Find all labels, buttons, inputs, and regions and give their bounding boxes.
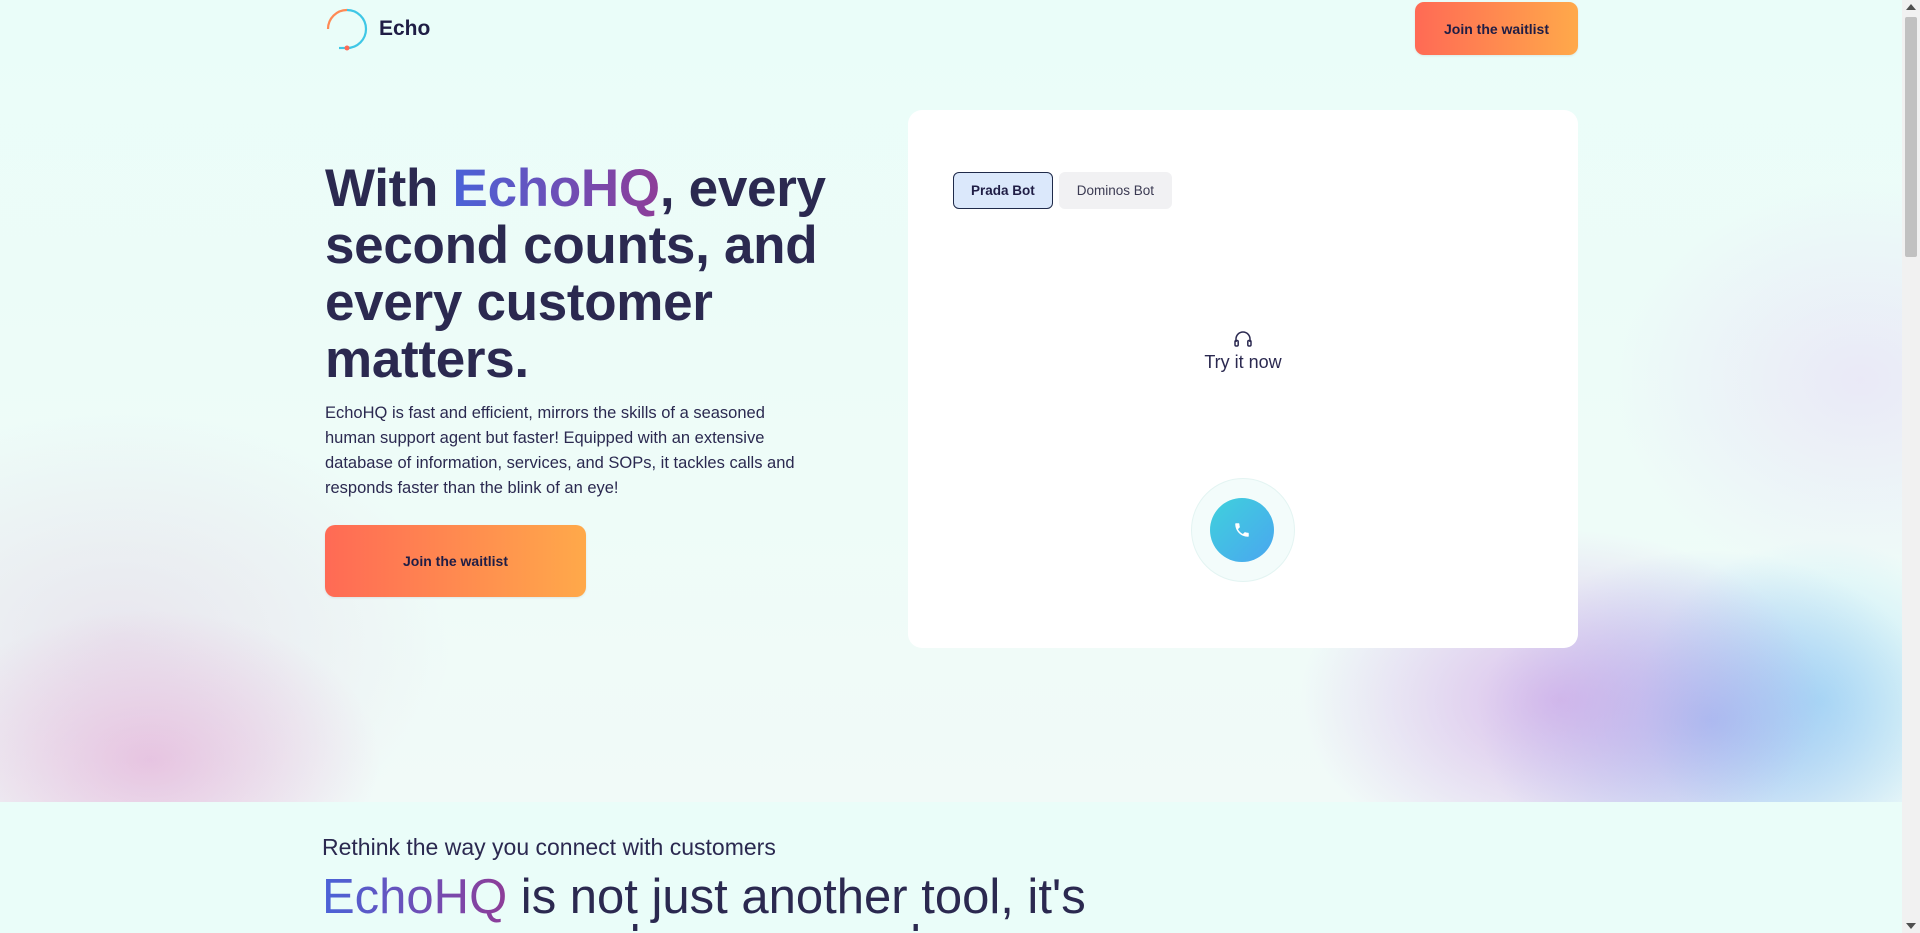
section-title-next-line-text: a customer experience of speed and effic…	[322, 924, 1062, 933]
scroll-up-icon[interactable]	[1906, 4, 1916, 10]
section-title-brand: EchoHQ	[322, 870, 508, 924]
demo-card: Prada Bot Dominos Bot Try it now	[908, 110, 1578, 648]
hero-title-prefix: With	[325, 159, 453, 218]
try-it-now[interactable]: Try it now	[908, 330, 1578, 373]
hero-join-waitlist-button[interactable]: Join the waitlist	[325, 525, 586, 597]
echo-logo-icon	[326, 8, 368, 51]
hero-title-brand: EchoHQ	[452, 159, 661, 218]
bot-tabs: Prada Bot Dominos Bot	[953, 172, 1173, 209]
site-logo[interactable]: Echo	[325, 7, 430, 51]
section-title-rest: is not just another tool, it's	[507, 870, 1086, 924]
try-it-now-label: Try it now	[1204, 352, 1282, 372]
brand-name: Echo	[379, 17, 431, 40]
headphones-icon	[1234, 331, 1252, 347]
scroll-thumb[interactable]	[1905, 17, 1917, 257]
tab-dominos-bot[interactable]: Dominos Bot	[1058, 172, 1173, 209]
call-button[interactable]	[1210, 498, 1274, 562]
phone-icon	[1235, 523, 1249, 537]
section-title: EchoHQ is not just another tool, it's	[322, 868, 1222, 926]
header-join-waitlist-button[interactable]: Join the waitlist	[1415, 2, 1578, 55]
tab-prada-bot[interactable]: Prada Bot	[953, 172, 1053, 209]
hero-title: With EchoHQ, every second counts, and ev…	[325, 160, 885, 388]
hero-description: EchoHQ is fast and efficient, mirrors th…	[325, 404, 795, 497]
page-scrollbar[interactable]	[1902, 0, 1920, 933]
section-title-next-line: a customer experience of speed and effic…	[322, 924, 1062, 933]
scroll-down-icon[interactable]	[1906, 923, 1916, 929]
section-kicker: Rethink the way you connect with custome…	[322, 834, 776, 860]
